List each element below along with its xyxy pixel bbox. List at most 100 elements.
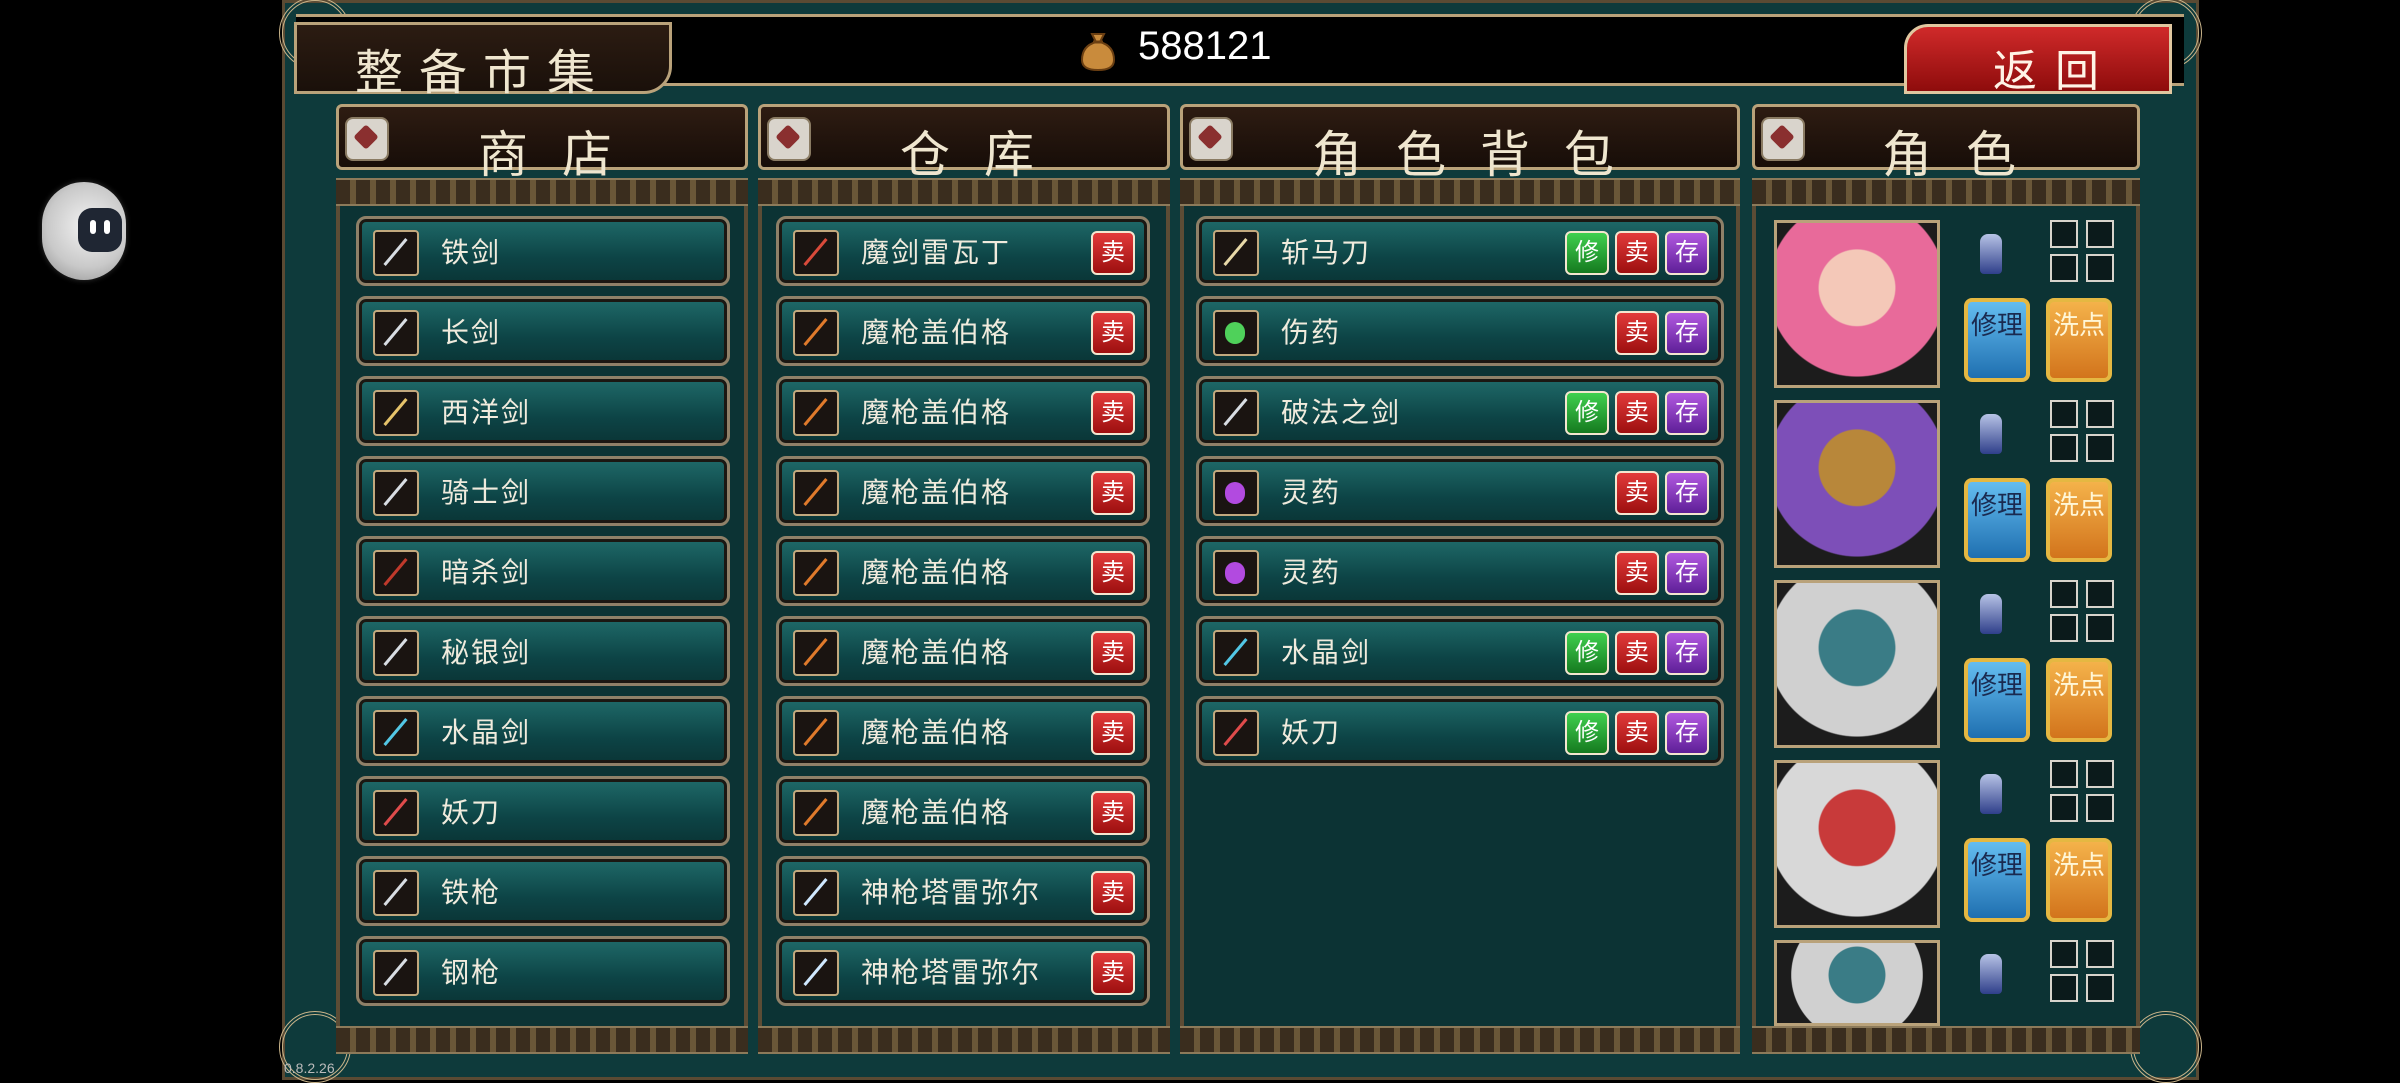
equipment-slot[interactable] bbox=[2086, 614, 2114, 642]
back-button[interactable]: 返回 bbox=[1904, 24, 2172, 97]
helmeted-man-portrait[interactable] bbox=[1774, 940, 1940, 1026]
equipment-slot[interactable] bbox=[2050, 580, 2078, 608]
sell-button[interactable]: 卖 bbox=[1615, 311, 1659, 355]
store-button[interactable]: 存 bbox=[1665, 231, 1709, 275]
store-button[interactable]: 存 bbox=[1665, 311, 1709, 355]
list-item[interactable]: 魔枪盖伯格 卖 bbox=[776, 456, 1150, 526]
equipment-slot[interactable] bbox=[2086, 400, 2114, 428]
repair-button[interactable]: 修 bbox=[1565, 711, 1609, 755]
equipment-slot[interactable] bbox=[2086, 974, 2114, 1002]
reset-points-button[interactable]: 洗点 bbox=[2046, 298, 2112, 382]
repair-button[interactable]: 修 bbox=[1565, 631, 1609, 675]
list-item[interactable]: 伤药 存卖 bbox=[1196, 296, 1724, 366]
equipment-slot[interactable] bbox=[2050, 760, 2078, 788]
sell-button[interactable]: 卖 bbox=[1091, 871, 1135, 915]
item-name: 魔枪盖伯格 bbox=[861, 396, 1012, 429]
list-item[interactable]: 魔枪盖伯格 卖 bbox=[776, 376, 1150, 446]
sell-button[interactable]: 卖 bbox=[1091, 791, 1135, 835]
equipment-slot[interactable] bbox=[2050, 974, 2078, 1002]
list-item[interactable]: 灵药 存卖 bbox=[1196, 536, 1724, 606]
equipment-slot[interactable] bbox=[2050, 434, 2078, 462]
tab-warehouse[interactable]: 仓库 bbox=[758, 104, 1170, 184]
sell-button[interactable]: 卖 bbox=[1091, 471, 1135, 515]
repair-all-button[interactable]: 修理 bbox=[1964, 658, 2030, 742]
equipment-slot[interactable] bbox=[2050, 400, 2078, 428]
equipment-slot[interactable] bbox=[2086, 434, 2114, 462]
list-item[interactable]: 妖刀 bbox=[356, 776, 730, 846]
list-item[interactable]: 灵药 存卖 bbox=[1196, 456, 1724, 526]
list-item[interactable]: 骑士剑 bbox=[356, 456, 730, 526]
list-item[interactable]: 长剑 bbox=[356, 296, 730, 366]
list-item[interactable]: 暗杀剑 bbox=[356, 536, 730, 606]
trident-icon bbox=[793, 950, 839, 996]
repair-all-button[interactable]: 修理 bbox=[1964, 478, 2030, 562]
store-button[interactable]: 存 bbox=[1665, 551, 1709, 595]
list-item[interactable]: 水晶剑 存卖修 bbox=[1196, 616, 1724, 686]
equipment-slot[interactable] bbox=[2086, 220, 2114, 248]
sell-button[interactable]: 卖 bbox=[1091, 231, 1135, 275]
store-button[interactable]: 存 bbox=[1665, 391, 1709, 435]
list-item[interactable]: 破法之剑 存卖修 bbox=[1196, 376, 1724, 446]
sell-button[interactable]: 卖 bbox=[1615, 551, 1659, 595]
reset-points-button[interactable]: 洗点 bbox=[2046, 658, 2112, 742]
ornament-strip bbox=[336, 178, 748, 206]
list-item[interactable]: 魔剑雷瓦丁 卖 bbox=[776, 216, 1150, 286]
store-button[interactable]: 存 bbox=[1665, 711, 1709, 755]
list-item[interactable]: 斩马刀 存卖修 bbox=[1196, 216, 1724, 286]
list-item[interactable]: 妖刀 存卖修 bbox=[1196, 696, 1724, 766]
purple-hair-hooded-woman-portrait[interactable] bbox=[1774, 400, 1940, 568]
sell-button[interactable]: 卖 bbox=[1091, 311, 1135, 355]
list-item[interactable]: 神枪塔雷弥尔 卖 bbox=[776, 856, 1150, 926]
reset-points-button[interactable]: 洗点 bbox=[2046, 478, 2112, 562]
list-item[interactable]: 魔枪盖伯格 卖 bbox=[776, 296, 1150, 366]
equipment-slot[interactable] bbox=[2050, 220, 2078, 248]
store-button[interactable]: 存 bbox=[1665, 471, 1709, 515]
repair-all-button[interactable]: 修理 bbox=[1964, 298, 2030, 382]
list-item[interactable]: 魔枪盖伯格 卖 bbox=[776, 776, 1150, 846]
tab-character[interactable]: 角色 bbox=[1752, 104, 2140, 184]
sell-button[interactable]: 卖 bbox=[1091, 711, 1135, 755]
list-item[interactable]: 神枪塔雷弥尔 卖 bbox=[776, 936, 1150, 1006]
tab-character-bag[interactable]: 角色背包 bbox=[1180, 104, 1740, 184]
sell-button[interactable]: 卖 bbox=[1091, 551, 1135, 595]
equipment-slot[interactable] bbox=[2050, 940, 2078, 968]
list-item[interactable]: 魔枪盖伯格 卖 bbox=[776, 616, 1150, 686]
helmeted-woman-portrait[interactable] bbox=[1774, 760, 1940, 928]
list-item[interactable]: 西洋剑 bbox=[356, 376, 730, 446]
equipment-slot[interactable] bbox=[2086, 794, 2114, 822]
list-item[interactable]: 铁枪 bbox=[356, 856, 730, 926]
sell-button[interactable]: 卖 bbox=[1615, 711, 1659, 755]
list-item[interactable]: 秘银剑 bbox=[356, 616, 730, 686]
list-item[interactable]: 水晶剑 bbox=[356, 696, 730, 766]
reset-points-button[interactable]: 洗点 bbox=[2046, 838, 2112, 922]
equipment-slot[interactable] bbox=[2050, 254, 2078, 282]
helmeted-man-portrait[interactable] bbox=[1774, 580, 1940, 748]
repair-button[interactable]: 修 bbox=[1565, 391, 1609, 435]
item-name: 魔枪盖伯格 bbox=[861, 556, 1012, 589]
sell-button[interactable]: 卖 bbox=[1091, 631, 1135, 675]
potion-purple-icon bbox=[1213, 470, 1259, 516]
equipment-slot[interactable] bbox=[2086, 940, 2114, 968]
store-button[interactable]: 存 bbox=[1665, 631, 1709, 675]
list-item[interactable]: 钢枪 bbox=[356, 936, 730, 1006]
sell-button[interactable]: 卖 bbox=[1091, 391, 1135, 435]
repair-button[interactable]: 修 bbox=[1565, 231, 1609, 275]
sell-button[interactable]: 卖 bbox=[1615, 391, 1659, 435]
equipment-slot[interactable] bbox=[2050, 794, 2078, 822]
equipment-slot[interactable] bbox=[2086, 254, 2114, 282]
crystal-sword-icon bbox=[373, 710, 419, 756]
sell-button[interactable]: 卖 bbox=[1615, 231, 1659, 275]
equipment-slot[interactable] bbox=[2086, 580, 2114, 608]
sell-button[interactable]: 卖 bbox=[1615, 631, 1659, 675]
list-item[interactable]: 魔枪盖伯格 卖 bbox=[776, 696, 1150, 766]
sell-button[interactable]: 卖 bbox=[1615, 471, 1659, 515]
pink-hair-woman-portrait[interactable] bbox=[1774, 220, 1940, 388]
list-item[interactable]: 铁剑 bbox=[356, 216, 730, 286]
equipment-slot[interactable] bbox=[2086, 760, 2114, 788]
equipment-slot[interactable] bbox=[2050, 614, 2078, 642]
floating-assistant-button[interactable] bbox=[42, 182, 126, 280]
repair-all-button[interactable]: 修理 bbox=[1964, 838, 2030, 922]
list-item[interactable]: 魔枪盖伯格 卖 bbox=[776, 536, 1150, 606]
tab-shop[interactable]: 商店 bbox=[336, 104, 748, 184]
sell-button[interactable]: 卖 bbox=[1091, 951, 1135, 995]
